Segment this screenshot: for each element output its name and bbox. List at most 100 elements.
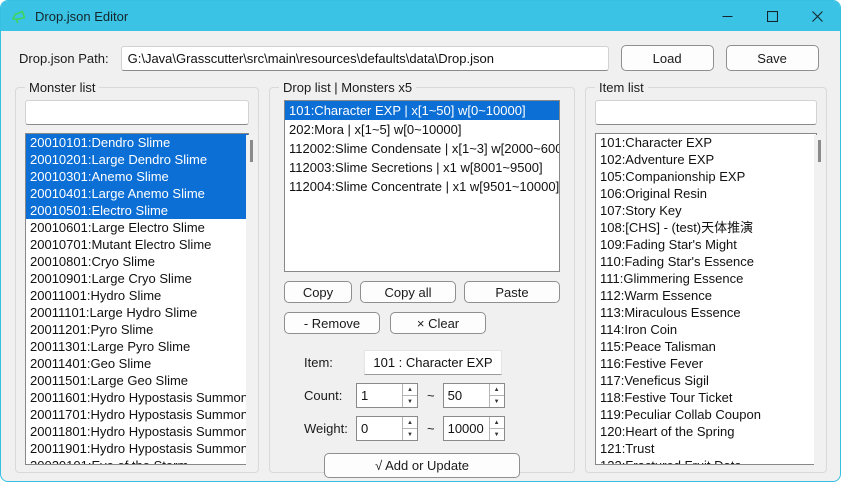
list-item[interactable]: 112004:Slime Concentrate | x1 w[9501~100…: [285, 177, 559, 196]
list-item[interactable]: 105:Companionship EXP: [596, 168, 816, 185]
spinner-arrows[interactable]: ▲▼: [402, 417, 417, 440]
list-item[interactable]: 106:Original Resin: [596, 185, 816, 202]
list-item[interactable]: 20010701:Mutant Electro Slime: [26, 236, 248, 253]
list-item[interactable]: 20010601:Large Electro Slime: [26, 219, 248, 236]
weight-min-input[interactable]: [357, 417, 402, 440]
list-item[interactable]: 20011701:Hydro Hypostasis Summon: [26, 406, 248, 423]
list-item[interactable]: 20010301:Anemo Slime: [26, 168, 248, 185]
list-item[interactable]: 20020101:Eye of the Storm: [26, 457, 248, 465]
drop-list-group: Drop list | Monsters x5 101:Character EX…: [269, 87, 575, 473]
item-label: Item:: [304, 355, 356, 370]
list-item[interactable]: 122:Fractured Fruit Data: [596, 457, 816, 465]
path-row: Drop.json Path: Load Save: [19, 45, 824, 71]
item-field[interactable]: [364, 350, 502, 375]
spinner-arrows[interactable]: ▲▼: [489, 384, 504, 407]
save-button[interactable]: Save: [726, 45, 819, 71]
drop-edit-form: Item: Count: ▲▼ ~ ▲▼ Weight:: [304, 350, 540, 441]
list-item[interactable]: 202:Mora | x[1~5] w[0~10000]: [285, 120, 559, 139]
list-item[interactable]: 101:Character EXP: [596, 134, 816, 151]
maximize-icon[interactable]: [750, 1, 795, 31]
count-label: Count:: [304, 388, 356, 403]
spin-down-icon[interactable]: ▼: [403, 429, 417, 440]
paste-button[interactable]: Paste: [464, 281, 560, 303]
list-item[interactable]: 119:Peculiar Collab Coupon: [596, 406, 816, 423]
item-listbox[interactable]: 101:Character EXP102:Adventure EXP105:Co…: [595, 133, 817, 465]
list-item[interactable]: 110:Fading Star's Essence: [596, 253, 816, 270]
list-item[interactable]: 120:Heart of the Spring: [596, 423, 816, 440]
list-item[interactable]: 112003:Slime Secretions | x1 w[8001~9500…: [285, 158, 559, 177]
spin-down-icon[interactable]: ▼: [403, 396, 417, 407]
list-item[interactable]: 20010901:Large Cryo Slime: [26, 270, 248, 287]
minimize-icon[interactable]: [705, 1, 750, 31]
list-item[interactable]: 112:Warm Essence: [596, 287, 816, 304]
add-or-update-button[interactable]: √ Add or Update: [324, 453, 520, 478]
weight-max-stepper[interactable]: ▲▼: [443, 416, 505, 441]
list-item[interactable]: 108:[CHS] - (test)天体推演: [596, 219, 816, 236]
list-item[interactable]: 112002:Slime Condensate | x[1~3] w[2000~…: [285, 139, 559, 158]
scrollbar-thumb[interactable]: [818, 140, 821, 162]
list-item[interactable]: 107:Story Key: [596, 202, 816, 219]
count-row: Count: ▲▼ ~ ▲▼: [304, 383, 540, 408]
weight-row: Weight: ▲▼ ~ ▲▼: [304, 416, 540, 441]
list-item[interactable]: 20011501:Large Geo Slime: [26, 372, 248, 389]
close-icon[interactable]: [795, 1, 840, 31]
spin-down-icon[interactable]: ▼: [490, 396, 504, 407]
list-item[interactable]: 113:Miraculous Essence: [596, 304, 816, 321]
list-item[interactable]: 121:Trust: [596, 440, 816, 457]
megaphone-icon: [11, 9, 27, 24]
title-bar[interactable]: Drop.json Editor: [1, 1, 840, 31]
copy-button-row: Copy Copy all Paste: [284, 281, 560, 303]
list-item[interactable]: 111:Glimmering Essence: [596, 270, 816, 287]
monster-listbox[interactable]: 20010101:Dendro Slime20010201:Large Dend…: [25, 133, 249, 465]
spinner-arrows[interactable]: ▲▼: [402, 384, 417, 407]
item-search-input[interactable]: [595, 100, 817, 125]
list-item[interactable]: 20011801:Hydro Hypostasis Summon: [26, 423, 248, 440]
list-item[interactable]: 115:Peace Talisman: [596, 338, 816, 355]
spinner-arrows[interactable]: ▲▼: [489, 417, 504, 440]
list-item[interactable]: 20010501:Electro Slime: [26, 202, 248, 219]
list-item[interactable]: 102:Adventure EXP: [596, 151, 816, 168]
copy-all-button[interactable]: Copy all: [360, 281, 456, 303]
count-max-input[interactable]: [444, 384, 489, 407]
spin-up-icon[interactable]: ▲: [403, 417, 417, 429]
monster-search-input[interactable]: [25, 100, 249, 125]
list-item[interactable]: 117:Veneficus Sigil: [596, 372, 816, 389]
list-item[interactable]: 118:Festive Tour Ticket: [596, 389, 816, 406]
weight-min-stepper[interactable]: ▲▼: [356, 416, 418, 441]
list-item[interactable]: 109:Fading Star's Might: [596, 236, 816, 253]
main-columns: Monster list 20010101:Dendro Slime200102…: [15, 87, 827, 473]
list-item[interactable]: 20011301:Large Pyro Slime: [26, 338, 248, 355]
list-item[interactable]: 20011101:Large Hydro Slime: [26, 304, 248, 321]
clear-button[interactable]: × Clear: [390, 312, 486, 334]
count-min-input[interactable]: [357, 384, 402, 407]
list-item[interactable]: 20011201:Pyro Slime: [26, 321, 248, 338]
list-item[interactable]: 116:Festive Fever: [596, 355, 816, 372]
load-button[interactable]: Load: [621, 45, 714, 71]
item-list-scrollbar[interactable]: [814, 135, 825, 471]
spin-down-icon[interactable]: ▼: [490, 429, 504, 440]
list-item[interactable]: 114:Iron Coin: [596, 321, 816, 338]
list-item[interactable]: 20011901:Hydro Hypostasis Summon: [26, 440, 248, 457]
drop-listbox[interactable]: 101:Character EXP | x[1~50] w[0~10000]20…: [284, 100, 560, 272]
spin-up-icon[interactable]: ▲: [490, 384, 504, 396]
app-window: Drop.json Editor Drop.json Path: Load Sa…: [0, 0, 841, 482]
list-item[interactable]: 20011001:Hydro Slime: [26, 287, 248, 304]
remove-button[interactable]: - Remove: [284, 312, 380, 334]
remove-button-row: - Remove × Clear: [284, 312, 560, 334]
list-item[interactable]: 20010101:Dendro Slime: [26, 134, 248, 151]
count-max-stepper[interactable]: ▲▼: [443, 383, 505, 408]
list-item[interactable]: 20011401:Geo Slime: [26, 355, 248, 372]
weight-max-input[interactable]: [444, 417, 489, 440]
copy-button[interactable]: Copy: [284, 281, 352, 303]
list-item[interactable]: 20010401:Large Anemo Slime: [26, 185, 248, 202]
spin-up-icon[interactable]: ▲: [403, 384, 417, 396]
monster-list-scrollbar[interactable]: [246, 135, 257, 471]
list-item[interactable]: 20011601:Hydro Hypostasis Summon: [26, 389, 248, 406]
list-item[interactable]: 20010201:Large Dendro Slime: [26, 151, 248, 168]
list-item[interactable]: 101:Character EXP | x[1~50] w[0~10000]: [285, 101, 559, 120]
list-item[interactable]: 20010801:Cryo Slime: [26, 253, 248, 270]
scrollbar-thumb[interactable]: [250, 140, 253, 162]
count-min-stepper[interactable]: ▲▼: [356, 383, 418, 408]
path-input[interactable]: [121, 46, 609, 71]
spin-up-icon[interactable]: ▲: [490, 417, 504, 429]
